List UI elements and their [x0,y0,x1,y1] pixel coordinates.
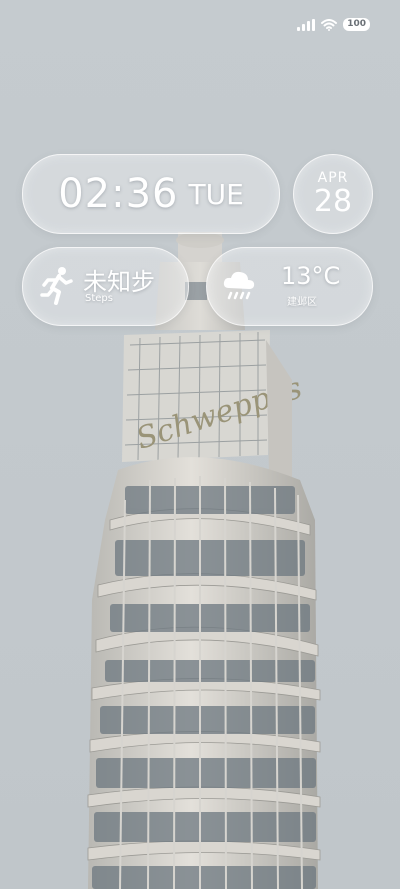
status-bar: 100 [297,18,370,31]
wallpaper-building: Schweppes [87,232,321,889]
clock-time: 02:36 [58,171,179,217]
clock-day: TUE [188,177,244,211]
signal-icon [297,18,316,31]
steps-widget[interactable]: 未知步 Steps [22,247,189,326]
steps-value: 未知步 [83,268,155,296]
battery-level: 100 [347,19,366,29]
steps-label: Steps [85,293,113,304]
wifi-icon [321,18,338,31]
weather-widget[interactable]: 13°C 建邺区 [206,247,373,326]
date-widget[interactable]: APR 28 [293,154,373,234]
battery-icon: 100 [343,18,370,31]
weather-location: 建邺区 [287,297,317,308]
rain-cloud-icon [223,271,255,300]
running-person-icon [40,267,73,305]
clock-widget[interactable]: 02:36 TUE [22,154,280,234]
weather-temperature: 13°C [281,262,341,290]
date-day: 28 [313,184,353,219]
